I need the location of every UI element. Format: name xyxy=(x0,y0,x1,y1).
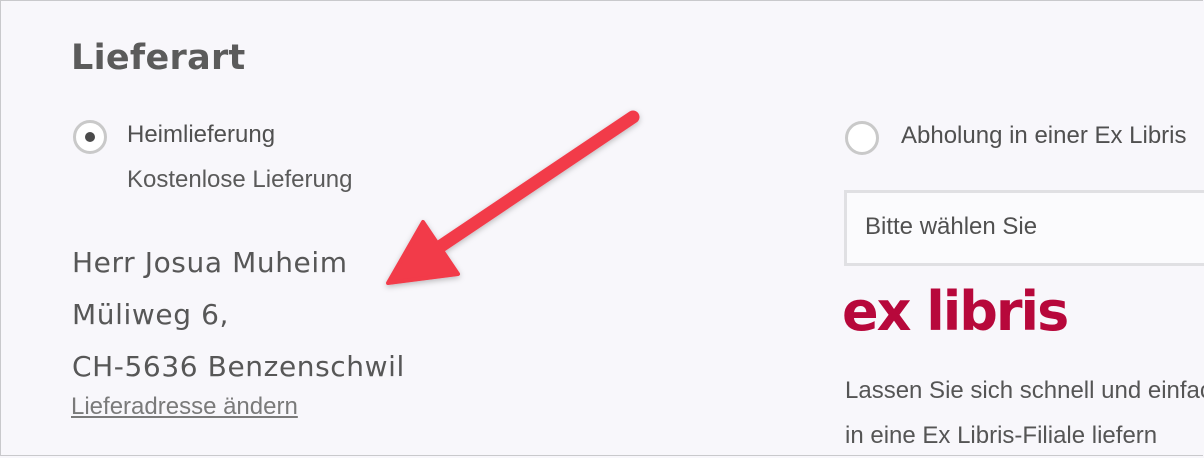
change-address-link[interactable]: Lieferadresse ändern xyxy=(71,393,298,421)
branch-select-placeholder: Bitte wählen Sie xyxy=(865,213,1038,240)
pickup-label[interactable]: Abholung in einer Ex Libris xyxy=(901,122,1187,150)
pickup-description-line-1: Lassen Sie sich schnell und einfach xyxy=(845,377,1204,404)
home-delivery-sublabel: Kostenlose Lieferung xyxy=(127,166,353,193)
address-city: CH-5636 Benzenschwil xyxy=(72,350,405,383)
home-delivery-label[interactable]: Heimlieferung xyxy=(127,121,275,149)
pickup-description-line-2: in eine Ex Libris-Filiale liefern xyxy=(845,422,1158,449)
delivery-address: Herr Josua Muheim Müliweg 6, CH-5636 Ben… xyxy=(72,237,405,393)
radio-selected-dot xyxy=(85,132,95,142)
home-delivery-radio[interactable] xyxy=(73,120,107,154)
ex-libris-logo: ex libris xyxy=(842,280,1069,343)
section-title: Lieferart xyxy=(71,38,246,78)
pickup-radio[interactable] xyxy=(845,121,879,155)
branch-select[interactable]: Bitte wählen Sie xyxy=(844,190,1204,266)
pickup-description: Lassen Sie sich schnell und einfach in e… xyxy=(845,368,1204,458)
address-street: Müliweg 6, xyxy=(72,298,229,331)
address-name: Herr Josua Muheim xyxy=(72,246,348,279)
